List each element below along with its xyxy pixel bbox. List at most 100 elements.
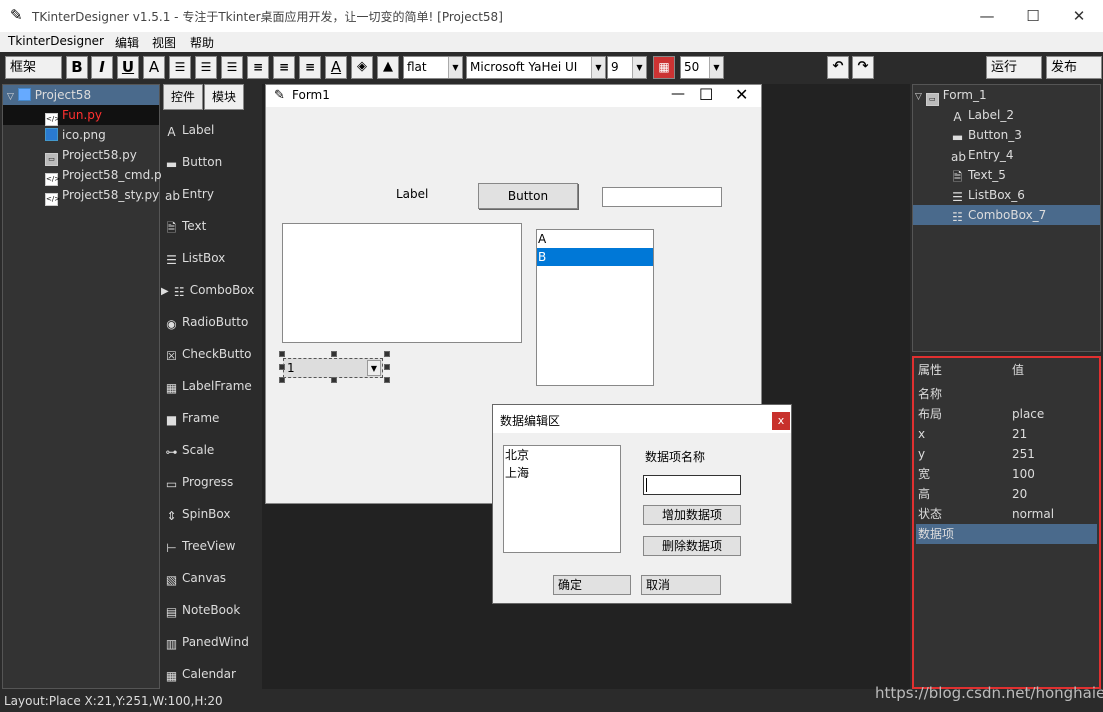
delete-item-button[interactable]: 删除数据项 — [643, 536, 741, 556]
bold-button[interactable]: B — [66, 56, 88, 79]
widget-item-combobox[interactable]: ▶ ☷ ComboBox — [161, 274, 254, 306]
resize-handle[interactable] — [279, 377, 285, 383]
add-item-button[interactable]: 增加数据项 — [643, 505, 741, 525]
tab-modules[interactable]: 模块 — [204, 84, 244, 110]
menu-tkinterdesigner[interactable]: TkinterDesigner — [8, 34, 104, 48]
widget-item-canvas[interactable]: ▧ Canvas — [165, 562, 226, 594]
dialog-list-item[interactable]: 北京 — [504, 446, 620, 464]
form-maximize-icon[interactable]: ☐ — [699, 85, 713, 104]
property-value[interactable]: place — [1012, 404, 1044, 424]
property-value[interactable]: normal — [1012, 504, 1054, 524]
menu-edit[interactable]: 编辑 — [115, 34, 139, 51]
widget-item-label[interactable]: A Label — [165, 114, 214, 146]
form-listbox[interactable]: A B — [536, 229, 654, 386]
form-combobox[interactable]: 1 ▼ — [283, 358, 383, 378]
widget-item-text[interactable]: 🗎 Text — [165, 210, 207, 242]
widget-item-treeview[interactable]: ⊢ TreeView — [165, 530, 235, 562]
tree-item[interactable]: ab Entry_4 — [913, 145, 1100, 165]
font-style-button[interactable]: A — [143, 56, 165, 79]
property-value[interactable]: 251 — [1012, 444, 1035, 464]
italic-button[interactable]: I — [91, 56, 113, 79]
resize-handle[interactable] — [279, 351, 285, 357]
widget-item-notebook[interactable]: ▤ NoteBook — [165, 594, 240, 626]
menu-help[interactable]: 帮助 — [190, 34, 214, 51]
align-left-icon[interactable]: ☰ — [169, 56, 191, 79]
property-row[interactable]: 布局 place — [916, 404, 1097, 424]
maximize-button[interactable]: ☐ — [1010, 4, 1056, 28]
property-value[interactable]: 20 — [1012, 484, 1027, 504]
resize-handle[interactable] — [384, 351, 390, 357]
font-size-select[interactable]: 9 ▼ — [607, 56, 647, 79]
property-row[interactable]: 数据项 — [916, 524, 1097, 544]
run-button[interactable]: 运行 — [986, 56, 1042, 79]
align-bottom-icon[interactable]: ≡ — [299, 56, 321, 79]
font-color-icon[interactable]: A — [325, 56, 347, 79]
file-item-sty[interactable]: </> Project58_sty.py — [5, 185, 159, 206]
property-row[interactable]: y 251 — [916, 444, 1097, 464]
font-family-select[interactable]: Microsoft YaHei UI ▼ — [466, 56, 606, 79]
item-name-input[interactable] — [643, 475, 741, 495]
widget-item-radiobutto[interactable]: ◉ RadioButto — [165, 306, 248, 338]
widget-item-checkbutto[interactable]: ☒ CheckButto — [165, 338, 251, 370]
image-icon[interactable]: ▲ — [377, 56, 399, 79]
dialog-listbox[interactable]: 北京 上海 — [503, 445, 621, 553]
property-value[interactable]: 21 — [1012, 424, 1027, 444]
underline-button[interactable]: U — [117, 56, 139, 79]
tree-item[interactable]: ☰ ListBox_6 — [913, 185, 1100, 205]
dialog-close-button[interactable]: x — [772, 412, 790, 430]
listbox-item[interactable]: A — [537, 230, 653, 248]
grid-toggle-icon[interactable]: ▦ — [653, 56, 675, 79]
widget-item-spinbox[interactable]: ⇕ SpinBox — [165, 498, 230, 530]
form-button[interactable]: Button — [478, 183, 578, 209]
widget-item-panedwind[interactable]: ▥ PanedWind — [165, 626, 249, 658]
tree-root[interactable]: ▽ ▭ Form_1 — [915, 85, 987, 106]
file-item-cmd[interactable]: </> Project58_cmd.py — [5, 165, 169, 186]
form-minimize-icon[interactable]: — — [671, 86, 685, 102]
cancel-button[interactable]: 取消 — [641, 575, 721, 595]
redo-icon[interactable]: ↷ — [852, 56, 874, 79]
resize-handle[interactable] — [279, 364, 285, 370]
undo-icon[interactable]: ↶ — [827, 56, 849, 79]
form-entry[interactable] — [602, 187, 722, 207]
widget-item-labelframe[interactable]: ▦ LabelFrame — [165, 370, 252, 402]
tree-item[interactable]: ☷ ComboBox_7 — [913, 205, 1100, 225]
menu-view[interactable]: 视图 — [152, 34, 176, 51]
project-root[interactable]: ▽ Project58 — [3, 85, 159, 105]
close-button[interactable]: ✕ — [1056, 4, 1102, 28]
form-label[interactable]: Label — [396, 187, 428, 201]
file-item-ico[interactable]: ico.png — [5, 125, 106, 145]
align-right-icon[interactable]: ☰ — [221, 56, 243, 79]
tab-controls[interactable]: 控件 — [163, 84, 203, 110]
minimize-button[interactable]: — — [964, 4, 1010, 28]
tree-item[interactable]: A Label_2 — [913, 105, 1100, 125]
listbox-item-selected[interactable]: B — [537, 248, 653, 266]
resize-handle[interactable] — [384, 364, 390, 370]
property-row[interactable]: 高 20 — [916, 484, 1097, 504]
file-item-fun[interactable]: </> Fun.py — [3, 105, 159, 126]
property-value[interactable]: 100 — [1012, 464, 1035, 484]
grid-size-spinbox[interactable]: 50 ▼ — [680, 56, 724, 79]
property-row[interactable]: 状态 normal — [916, 504, 1097, 524]
widget-item-listbox[interactable]: ☰ ListBox — [165, 242, 225, 274]
align-top-icon[interactable]: ≡ — [247, 56, 269, 79]
tree-item[interactable]: ▬ Button_3 — [913, 125, 1100, 145]
file-item-project[interactable]: ▭ Project58.py — [5, 145, 137, 166]
widget-item-entry[interactable]: ab Entry — [165, 178, 214, 210]
align-center-icon[interactable]: ☰ — [195, 56, 217, 79]
ok-button[interactable]: 确定 — [553, 575, 631, 595]
widget-item-button[interactable]: ▬ Button — [165, 146, 222, 178]
widget-item-frame[interactable]: ■ Frame — [165, 402, 220, 434]
property-row[interactable]: x 21 — [916, 424, 1097, 444]
resize-handle[interactable] — [331, 377, 337, 383]
fill-color-icon[interactable]: ◈ — [351, 56, 373, 79]
form-text[interactable] — [282, 223, 522, 343]
property-row[interactable]: 名称 — [916, 384, 1097, 404]
relief-select[interactable]: flat ▼ — [403, 56, 463, 79]
tree-item[interactable]: 🗎 Text_5 — [913, 165, 1100, 185]
form-close-icon[interactable]: ✕ — [735, 85, 748, 104]
dialog-list-item[interactable]: 上海 — [504, 464, 620, 482]
resize-handle[interactable] — [384, 377, 390, 383]
widget-item-progress[interactable]: ▭ Progress — [165, 466, 233, 498]
property-row[interactable]: 宽 100 — [916, 464, 1097, 484]
widget-item-calendar[interactable]: ▦ Calendar — [165, 658, 236, 690]
